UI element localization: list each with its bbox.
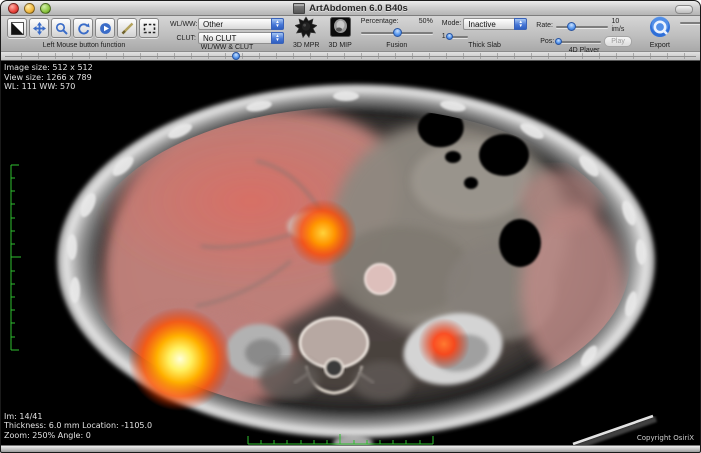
- wlww-select-value: Other: [203, 20, 223, 29]
- mip-label: 3D MIP: [328, 42, 351, 51]
- toolbar: Left Mouse button function WL/WW: Other …: [1, 16, 700, 52]
- measure-tool-button[interactable]: [117, 18, 137, 38]
- hotspot-right-kidney: [418, 318, 470, 370]
- 3d-mip-icon[interactable]: [330, 17, 351, 42]
- thickslab-number-slider[interactable]: [448, 32, 468, 41]
- fusion-percentage-slider[interactable]: [361, 28, 433, 37]
- clut-label: CLUT:: [170, 35, 196, 42]
- hotspot-liver-lobe: [128, 307, 232, 411]
- wlww-select[interactable]: Other ▲▼: [198, 18, 284, 30]
- mouse-function-group: Left Mouse button function: [7, 17, 161, 51]
- slice-slider-thumb[interactable]: [232, 52, 240, 60]
- thickslab-mode-label: Mode:: [442, 20, 461, 28]
- 4d-rate-slider[interactable]: [556, 22, 608, 31]
- toolbar-toggle-pill[interactable]: [675, 5, 693, 14]
- move-icon: [33, 22, 46, 35]
- fusion-percentage-label: Percentage:: [361, 18, 399, 26]
- hotspot-central: [289, 199, 357, 267]
- overlay-copyright: Copyright OsiriX: [637, 434, 694, 444]
- screenshot: ArtAbdomen 6.0 B40s: [0, 0, 701, 453]
- 4d-player-group: Rate: 10 im/s Pos: Play 4D Player: [536, 17, 632, 51]
- contrast-tool-button[interactable]: [7, 18, 27, 38]
- clut-select[interactable]: No CLUT ▲▼: [198, 32, 284, 44]
- mip-group: 3D MIP: [328, 17, 351, 51]
- length-measure-icon: [121, 22, 134, 35]
- overlay-thickness-location: Thickness: 6.0 mm Location: -1105.0: [4, 421, 152, 430]
- window-controls: [8, 3, 51, 14]
- overlay-wlww: WL: 111 WW: 570: [4, 82, 75, 91]
- title-bar[interactable]: ArtAbdomen 6.0 B40s: [1, 1, 700, 16]
- clut-select-value: No CLUT: [203, 34, 236, 43]
- 4d-pos-label: Pos:: [536, 38, 554, 46]
- image-viewport[interactable]: Image size: 512 x 512View size: 1266 x 7…: [1, 61, 700, 445]
- mpr-label: 3D MPR: [293, 42, 319, 51]
- rate-slider[interactable]: [680, 18, 701, 27]
- psoas-muscle: [259, 359, 319, 399]
- magnify-tool-button[interactable]: [51, 18, 71, 38]
- slice-position-slider[interactable]: [1, 52, 700, 61]
- rate-group: 10.0 im/s Rate: [680, 17, 701, 51]
- thick-slab-group: Mode: Inactive ▲▼ 1 Thick Slab: [442, 17, 527, 51]
- browse-tool-button[interactable]: [95, 18, 115, 38]
- psoas-muscle: [353, 361, 413, 401]
- 4d-rate-label: Rate:: [536, 22, 553, 30]
- mpr-group: 3D MPR: [293, 17, 319, 51]
- export-group: Export: [649, 17, 671, 51]
- mouse-function-label: Left Mouse button function: [43, 42, 126, 51]
- osirix-viewer-window: ArtAbdomen 6.0 B40s: [0, 0, 701, 453]
- zoom-window-button[interactable]: [40, 3, 51, 14]
- thickslab-mode-select[interactable]: Inactive ▲▼: [463, 18, 527, 30]
- slice-slider-track: [5, 56, 696, 57]
- 3d-mpr-icon[interactable]: [295, 16, 317, 43]
- overlay-top-left: Image size: 512 x 512View size: 1266 x 7…: [4, 63, 93, 92]
- export-quicktime-icon[interactable]: [649, 16, 671, 43]
- browse-icon: [99, 22, 112, 35]
- minimize-window-button[interactable]: [24, 3, 35, 14]
- rotate-tool-button[interactable]: [73, 18, 93, 38]
- 4d-pos-slider[interactable]: [557, 37, 601, 46]
- close-window-button[interactable]: [8, 3, 19, 14]
- fused-pet-ct-image[interactable]: [1, 61, 700, 445]
- window-title: ArtAbdomen 6.0 B40s: [309, 3, 408, 14]
- contrast-icon: [11, 22, 24, 35]
- fusion-label: Fusion: [386, 42, 407, 51]
- thick-slab-label: Thick Slab: [468, 42, 501, 51]
- window-title-area: ArtAbdomen 6.0 B40s: [1, 3, 700, 14]
- select-arrows-icon: ▲▼: [514, 18, 527, 30]
- document-icon: [293, 3, 305, 14]
- overlay-image-size: Image size: 512 x 512: [4, 63, 93, 72]
- select-arrows-icon: ▲▼: [271, 18, 284, 30]
- wlww-label: WL/WW:: [170, 21, 196, 28]
- aorta: [365, 264, 395, 294]
- wlww-clut-group: WL/WW: Other ▲▼ CLUT: No CLUT ▲▼: [170, 17, 284, 51]
- overlay-bottom-left: Im: 14/41Thickness: 6.0 mm Location: -11…: [4, 412, 152, 441]
- move-tool-button[interactable]: [29, 18, 49, 38]
- overlay-image-index: Im: 14/41: [4, 412, 42, 421]
- thickslab-mode-value: Inactive: [468, 20, 496, 29]
- select-arrows-icon: ▲▼: [271, 32, 284, 44]
- export-label: Export: [650, 42, 670, 51]
- fusion-group: Percentage: 50% Fusion: [361, 17, 433, 51]
- magnify-icon: [55, 22, 68, 35]
- roi-rectangle-icon: [143, 22, 156, 35]
- overlay-view-size: View size: 1266 x 789: [4, 73, 92, 82]
- 4d-play-button[interactable]: Play: [604, 36, 632, 47]
- 4d-rate-value: 10 im/s: [611, 18, 631, 34]
- roi-tool-button[interactable]: [139, 18, 159, 38]
- rotate-icon: [77, 22, 90, 35]
- overlay-zoom-angle: Zoom: 250% Angle: 0: [4, 431, 91, 440]
- fusion-percentage-value: 50%: [419, 18, 433, 26]
- window-bottom-edge[interactable]: [1, 445, 700, 452]
